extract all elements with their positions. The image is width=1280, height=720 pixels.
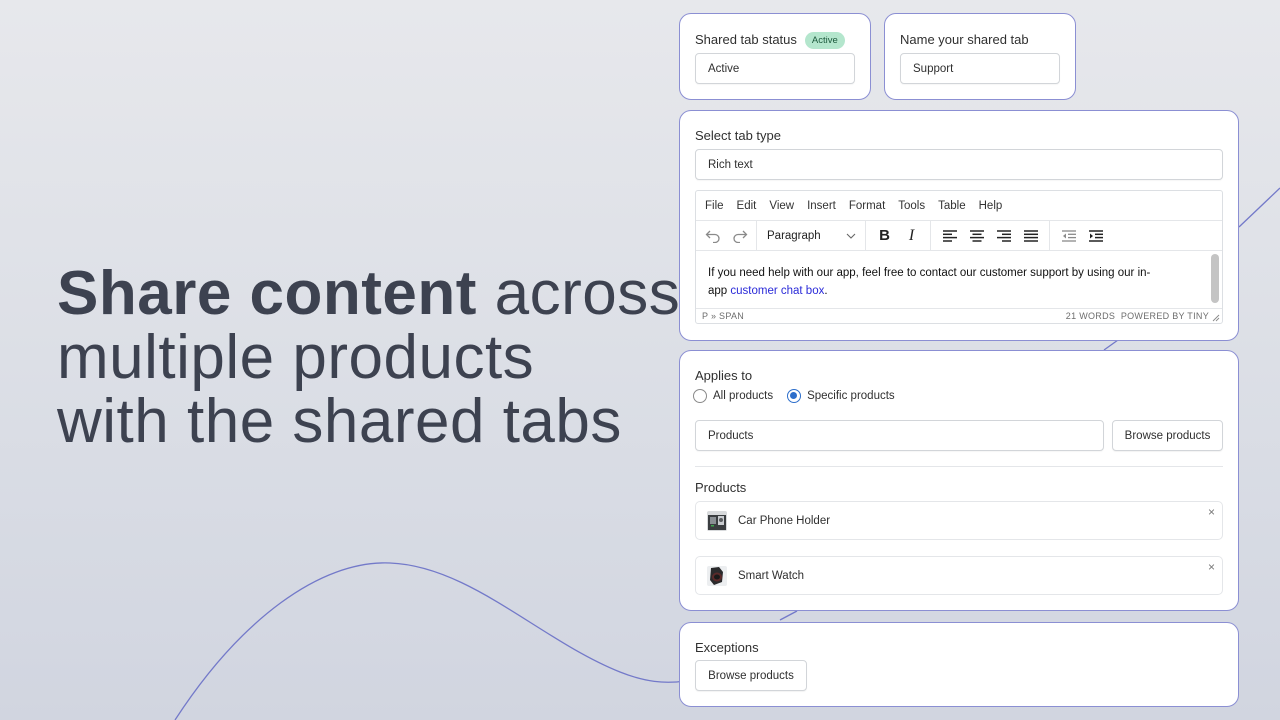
divider [695,466,1223,467]
status-badge: Active [804,32,845,49]
name-card: Name your shared tab Support [884,13,1076,100]
name-label: Name your shared tab [900,32,1029,47]
car-phone-holder-thumbnail [707,510,727,531]
resize-handle-icon[interactable] [1212,314,1220,322]
tab-name-input[interactable]: Support [900,53,1060,84]
tab-type-label: Select tab type [695,128,781,143]
menu-edit[interactable]: Edit [737,200,757,212]
product-item: Smart Watch × [695,556,1223,595]
radio-unchecked[interactable] [693,389,707,403]
radio-checked[interactable] [787,389,802,403]
headline-line3: with the shared tabs [57,387,622,456]
chevron-down-icon [846,230,856,242]
headline-bold: Share content [57,259,477,328]
tab-type-card: Select tab type Rich text File Edit View… [679,110,1239,341]
radio-all-products[interactable]: All products [693,389,773,403]
powered-by-tiny[interactable]: POWERED BY TINY [1121,311,1209,321]
smart-watch-thumbnail [707,565,727,586]
headline-line2: multiple products [57,323,535,392]
editor-menubar: File Edit View Insert Format Tools Table… [696,191,1222,221]
product-name: Car Phone Holder [738,514,831,527]
products-search-input[interactable]: Products [695,420,1104,451]
italic-icon[interactable]: I [898,224,925,248]
status-label: Shared tab status Active [695,32,845,49]
rich-text-editor: File Edit View Insert Format Tools Table… [695,190,1223,324]
status-select[interactable]: Active [695,53,855,84]
block-format-select[interactable]: Paragraph [762,230,860,242]
word-count: 21 WORDS [1065,311,1116,321]
menu-insert[interactable]: Insert [807,200,836,212]
menu-table[interactable]: Table [938,200,966,212]
editor-statusbar: P » SPAN 21 WORDS POWERED BY TINY [696,308,1222,323]
menu-file[interactable]: File [705,200,724,212]
tab-type-select[interactable]: Rich text [695,149,1223,180]
browse-products-button[interactable]: Browse products [1112,420,1223,451]
exceptions-browse-products-button[interactable]: Browse products [695,660,807,691]
editor-scrollbar[interactable] [1211,254,1219,303]
menu-help[interactable]: Help [979,200,1003,212]
editor-content[interactable]: If you need help with our app, feel free… [696,251,1222,308]
headline: Share content across multiple products w… [57,262,680,454]
outdent-icon[interactable] [1055,224,1082,248]
exceptions-card: Exceptions Browse products [679,622,1239,707]
menu-view[interactable]: View [769,200,794,212]
align-left-icon[interactable] [936,224,963,248]
remove-product-icon[interactable]: × [1208,560,1215,574]
align-center-icon[interactable] [963,224,990,248]
undo-icon[interactable] [699,224,726,248]
radio-specific-products[interactable]: Specific products [787,389,895,403]
indent-icon[interactable] [1082,224,1109,248]
align-justify-icon[interactable] [1017,224,1044,248]
bold-icon[interactable]: B [871,224,898,248]
headline-line1-rest: across [476,259,681,328]
product-item: Car Phone Holder × [695,501,1223,540]
menu-format[interactable]: Format [849,200,885,212]
customer-chat-link[interactable]: customer chat box [730,285,824,297]
redo-icon[interactable] [726,224,753,248]
align-right-icon[interactable] [990,224,1017,248]
product-name: Smart Watch [738,569,805,582]
status-card: Shared tab status Active Active [679,13,871,100]
applies-to-radio-group: All products Specific products [693,389,909,403]
applies-to-card: Applies to All products Specific product… [679,350,1239,611]
products-label: Products [695,480,747,495]
menu-tools[interactable]: Tools [898,200,925,212]
editor-toolbar: Paragraph B I [696,221,1222,251]
element-path[interactable]: P » SPAN [702,311,744,321]
applies-to-label: Applies to [695,368,753,383]
remove-product-icon[interactable]: × [1208,505,1215,519]
exceptions-label: Exceptions [695,640,759,655]
